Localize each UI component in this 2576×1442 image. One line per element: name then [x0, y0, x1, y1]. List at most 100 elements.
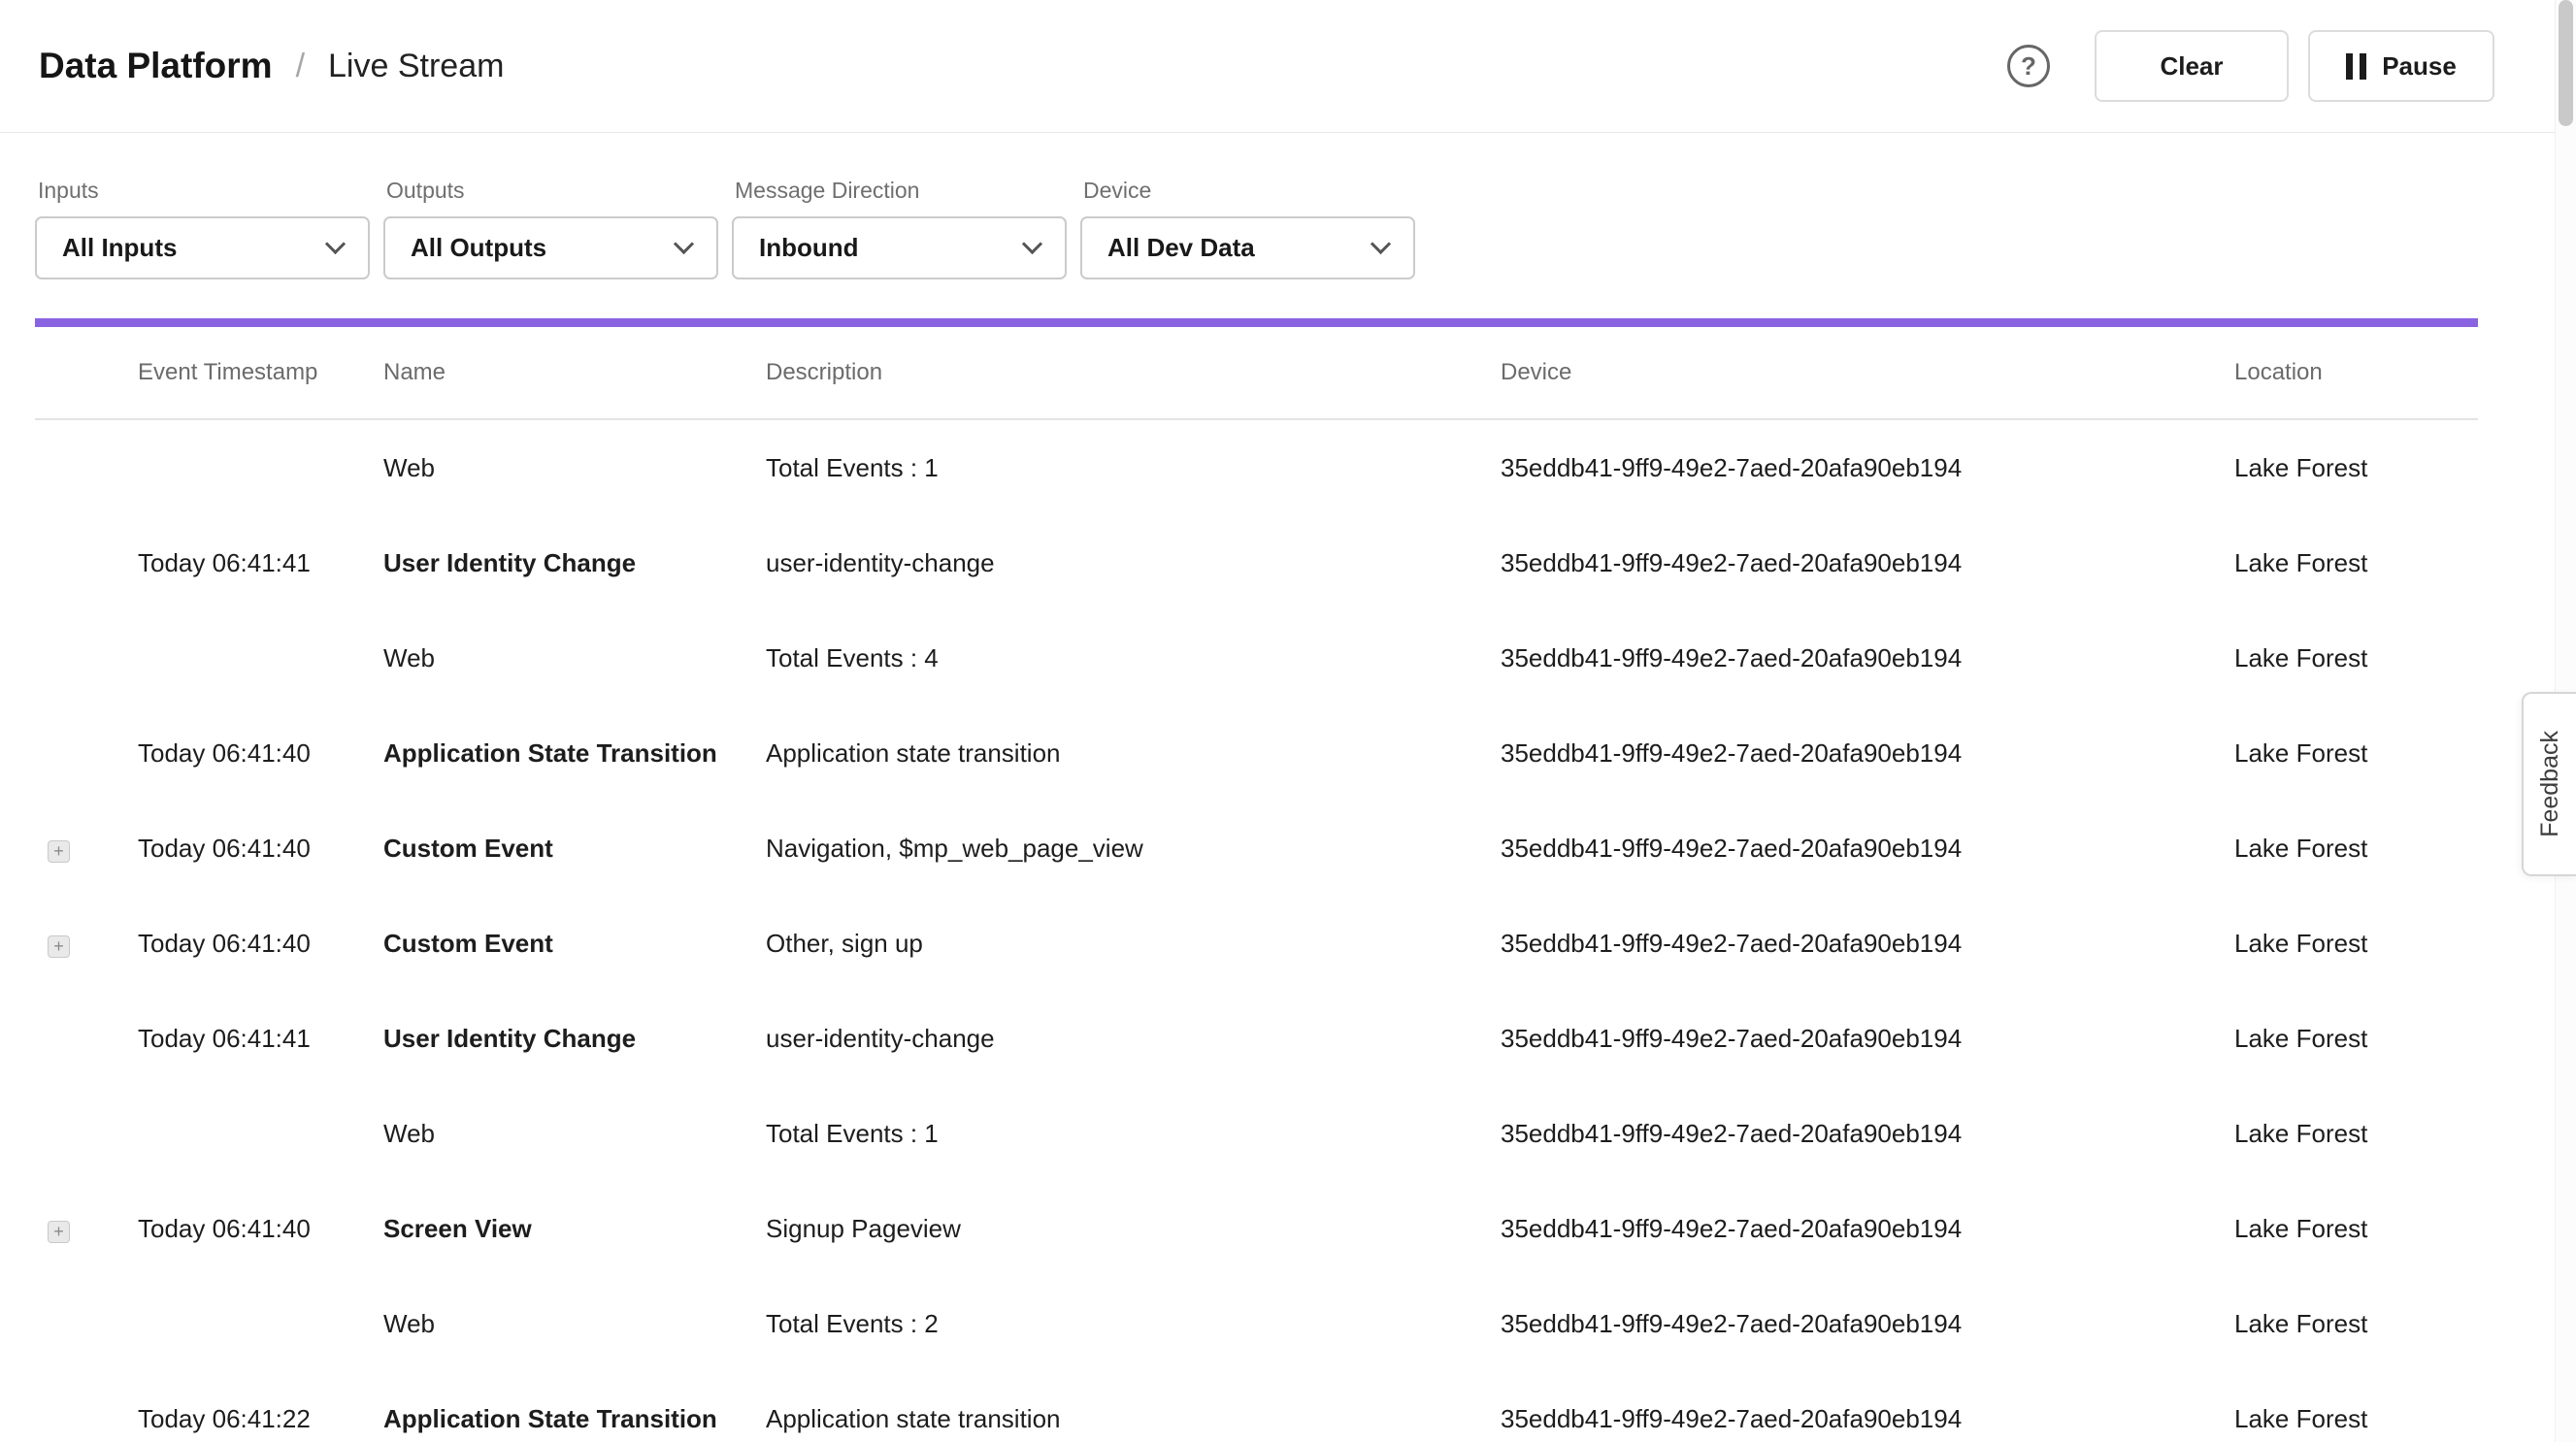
expand-cell: +	[35, 1404, 138, 1434]
event-description: user-identity-change	[766, 1024, 1501, 1054]
filter-message-direction: Message Direction Inbound	[732, 178, 1067, 279]
event-timestamp: Today 06:41:22	[138, 1404, 383, 1434]
filter-device: Device All Dev Data	[1080, 178, 1415, 279]
event-device-id: 35eddb41-9ff9-49e2-7aed-20afa90eb194	[1501, 548, 2234, 578]
expand-row-button[interactable]: +	[48, 840, 70, 863]
event-location: Lake Forest	[2234, 929, 2478, 959]
expand-cell: +	[35, 1024, 138, 1054]
event-name: Custom Event	[383, 834, 766, 864]
event-device-id: 35eddb41-9ff9-49e2-7aed-20afa90eb194	[1501, 1024, 2234, 1054]
event-timestamp: Today 06:41:40	[138, 1214, 383, 1244]
help-icon[interactable]: ?	[2007, 45, 2050, 87]
breadcrumb: Data Platform / Live Stream	[39, 46, 504, 86]
event-table-header: Event Timestamp Name Description Device …	[35, 327, 2478, 420]
pause-button[interactable]: Pause	[2308, 30, 2494, 102]
page-header: Data Platform / Live Stream ? Clear Paus…	[0, 0, 2576, 133]
scrollbar-thumb[interactable]	[2559, 0, 2573, 126]
event-location: Lake Forest	[2234, 1404, 2478, 1434]
event-name: Custom Event	[383, 929, 766, 959]
event-description: Navigation, $mp_web_page_view	[766, 834, 1501, 864]
event-timestamp: Today 06:41:40	[138, 834, 383, 864]
event-device-id: 35eddb41-9ff9-49e2-7aed-20afa90eb194	[1501, 1214, 2234, 1244]
event-timestamp: Today 06:41:41	[138, 1024, 383, 1054]
filter-message-direction-label: Message Direction	[735, 178, 1067, 204]
event-description: Signup Pageview	[766, 1214, 1501, 1244]
chevron-down-icon	[325, 234, 346, 254]
page-title: Live Stream	[328, 48, 504, 85]
event-description: Other, sign up	[766, 929, 1501, 959]
filter-outputs: Outputs All Outputs	[383, 178, 718, 279]
event-name: Web	[383, 1309, 766, 1339]
device-dropdown[interactable]: All Dev Data	[1080, 216, 1415, 279]
event-device-id: 35eddb41-9ff9-49e2-7aed-20afa90eb194	[1501, 1309, 2234, 1339]
table-row[interactable]: + Today 06:41:40 Screen View Signup Page…	[35, 1181, 2478, 1276]
expand-cell: +	[35, 834, 138, 864]
expand-cell: +	[35, 548, 138, 578]
column-header-event-timestamp: Event Timestamp	[138, 359, 383, 386]
filter-inputs-label: Inputs	[38, 178, 370, 204]
expand-cell: +	[35, 1214, 138, 1244]
header-actions: ? Clear Pause	[2007, 30, 2494, 102]
table-row[interactable]: + Today 06:41:40 Custom Event Navigation…	[35, 801, 2478, 896]
device-dropdown-value: All Dev Data	[1107, 233, 1255, 263]
table-row[interactable]: + Today 06:41:40 Application State Trans…	[35, 705, 2478, 801]
table-row[interactable]: + Web Total Events : 1 35eddb41-9ff9-49e…	[35, 1086, 2478, 1181]
chevron-down-icon	[1022, 234, 1042, 254]
event-table: Event Timestamp Name Description Device …	[35, 327, 2478, 1442]
column-header-device: Device	[1501, 359, 2234, 386]
table-row[interactable]: + Web Total Events : 1 35eddb41-9ff9-49e…	[35, 420, 2478, 515]
event-location: Lake Forest	[2234, 834, 2478, 864]
table-row[interactable]: + Today 06:41:22 Application State Trans…	[35, 1371, 2478, 1442]
column-header-location: Location	[2234, 359, 2478, 386]
inputs-dropdown-value: All Inputs	[62, 233, 177, 263]
inputs-dropdown[interactable]: All Inputs	[35, 216, 370, 279]
filter-inputs: Inputs All Inputs	[35, 178, 370, 279]
event-device-id: 35eddb41-9ff9-49e2-7aed-20afa90eb194	[1501, 453, 2234, 483]
event-device-id: 35eddb41-9ff9-49e2-7aed-20afa90eb194	[1501, 1119, 2234, 1149]
event-timestamp: Today 06:41:40	[138, 929, 383, 959]
event-location: Lake Forest	[2234, 738, 2478, 769]
filter-outputs-label: Outputs	[386, 178, 718, 204]
event-description: Total Events : 1	[766, 1119, 1501, 1149]
event-description: Application state transition	[766, 1404, 1501, 1434]
table-row[interactable]: + Today 06:41:41 User Identity Change us…	[35, 515, 2478, 610]
feedback-tab[interactable]: Feedback	[2522, 692, 2576, 876]
expand-cell: +	[35, 1309, 138, 1339]
expand-row-button[interactable]: +	[48, 935, 70, 958]
table-row[interactable]: + Web Total Events : 2 35eddb41-9ff9-49e…	[35, 1276, 2478, 1371]
expand-row-button[interactable]: +	[48, 1221, 70, 1243]
outputs-dropdown[interactable]: All Outputs	[383, 216, 718, 279]
event-device-id: 35eddb41-9ff9-49e2-7aed-20afa90eb194	[1501, 643, 2234, 673]
event-location: Lake Forest	[2234, 548, 2478, 578]
event-description: Application state transition	[766, 738, 1501, 769]
table-row[interactable]: + Today 06:41:41 User Identity Change us…	[35, 991, 2478, 1086]
expand-cell: +	[35, 643, 138, 673]
table-row[interactable]: + Today 06:41:40 Custom Event Other, sig…	[35, 896, 2478, 991]
expand-cell: +	[35, 929, 138, 959]
event-location: Lake Forest	[2234, 1309, 2478, 1339]
event-location: Lake Forest	[2234, 1024, 2478, 1054]
event-name: User Identity Change	[383, 548, 766, 578]
event-name: Web	[383, 453, 766, 483]
event-name: Screen View	[383, 1214, 766, 1244]
event-device-id: 35eddb41-9ff9-49e2-7aed-20afa90eb194	[1501, 929, 2234, 959]
event-location: Lake Forest	[2234, 453, 2478, 483]
pause-icon	[2346, 53, 2366, 80]
event-device-id: 35eddb41-9ff9-49e2-7aed-20afa90eb194	[1501, 834, 2234, 864]
live-stream-progress-bar	[35, 318, 2478, 327]
expand-cell: +	[35, 453, 138, 483]
event-timestamp: Today 06:41:41	[138, 548, 383, 578]
event-description: Total Events : 4	[766, 643, 1501, 673]
event-description: Total Events : 2	[766, 1309, 1501, 1339]
event-description: user-identity-change	[766, 548, 1501, 578]
expand-cell: +	[35, 1119, 138, 1149]
breadcrumb-data-platform[interactable]: Data Platform	[39, 46, 273, 86]
event-location: Lake Forest	[2234, 1119, 2478, 1149]
clear-button[interactable]: Clear	[2095, 30, 2289, 102]
message-direction-dropdown[interactable]: Inbound	[732, 216, 1067, 279]
breadcrumb-separator: /	[296, 48, 305, 85]
event-name: User Identity Change	[383, 1024, 766, 1054]
event-name: Web	[383, 643, 766, 673]
message-direction-dropdown-value: Inbound	[759, 233, 859, 263]
table-row[interactable]: + Web Total Events : 4 35eddb41-9ff9-49e…	[35, 610, 2478, 705]
